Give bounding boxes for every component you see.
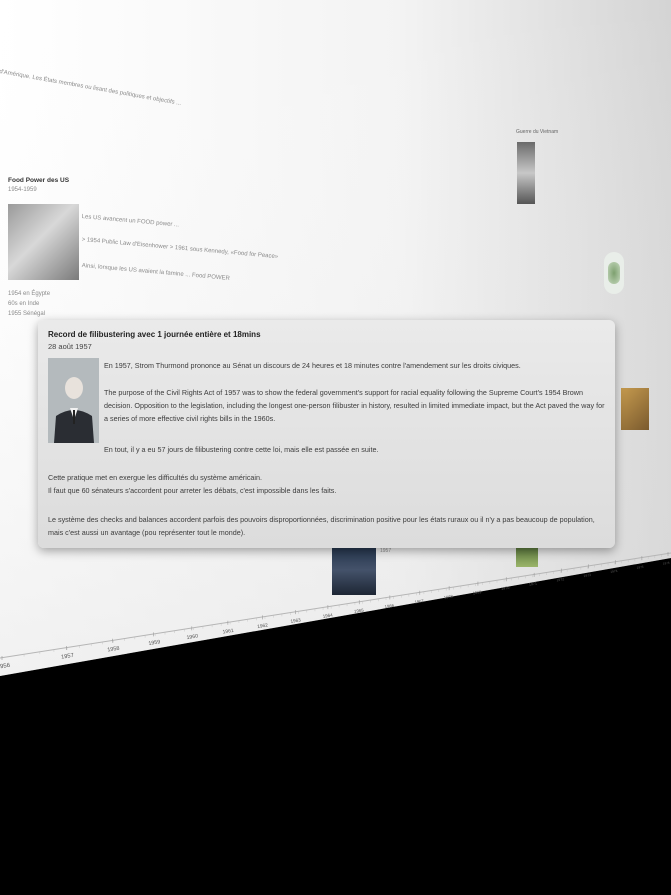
timeline-year-label[interactable]: 1973 xyxy=(583,573,591,578)
card-date: 28 août 1957 xyxy=(48,342,92,351)
section-years: 1954-1959 xyxy=(8,187,37,193)
card-paragraph: En tout, il y a eu 57 jours de filibuste… xyxy=(104,445,379,454)
card-title: Record de filibustering avec 1 journée e… xyxy=(48,330,261,339)
vietnam-photo[interactable] xyxy=(517,142,535,204)
left-list-item: 1954 en Égypte xyxy=(8,291,51,297)
map-thumbnail[interactable] xyxy=(604,252,624,294)
left-list-item: 60s en Inde xyxy=(8,301,40,307)
timeline-year-label[interactable]: 1965 xyxy=(354,607,365,614)
timeline-year-label[interactable]: 1968 xyxy=(444,594,454,600)
timeline-year-label[interactable]: 1974 xyxy=(610,569,618,574)
section-title[interactable]: Food Power des US xyxy=(8,177,69,185)
card-paragraph: The purpose of the Civil Rights Act of 1… xyxy=(104,388,605,423)
timeline-year-label[interactable]: 1975 xyxy=(636,565,644,570)
timeline-year-label[interactable]: 1970 xyxy=(501,586,510,591)
event-label: 1957 xyxy=(380,548,392,554)
globe-icon xyxy=(608,262,620,284)
left-list-item: 1955 Sénégal xyxy=(8,311,46,317)
timeline-year-label[interactable]: 1967 xyxy=(414,598,425,604)
timeline-year-label[interactable]: 1971 xyxy=(529,581,538,586)
event-popup-card[interactable]: Record de filibustering avec 1 journée e… xyxy=(38,320,615,548)
card-paragraph: Le système des checks and balances accor… xyxy=(48,515,595,537)
timeline-year-label[interactable]: 1966 xyxy=(384,603,395,610)
card-paragraph: En 1957, Strom Thurmond prononce au Séna… xyxy=(104,361,521,370)
timeline-year-label[interactable]: 1972 xyxy=(556,577,564,582)
food-power-photo[interactable] xyxy=(8,204,79,280)
card-paragraph: Cette pratique met en exergue les diffic… xyxy=(48,473,337,495)
portrait-photo xyxy=(48,358,99,443)
timeline-year-label[interactable]: 1969 xyxy=(473,590,482,595)
right-section-title[interactable]: Guerre du Vietnam xyxy=(516,128,558,136)
timeline-year-label[interactable]: 1976 xyxy=(663,561,671,566)
portrait-icon xyxy=(48,358,99,443)
broadcast-photo[interactable] xyxy=(332,545,376,595)
timeline-year-label[interactable]: 1964 xyxy=(322,612,333,619)
event-photo-right[interactable] xyxy=(621,388,649,430)
